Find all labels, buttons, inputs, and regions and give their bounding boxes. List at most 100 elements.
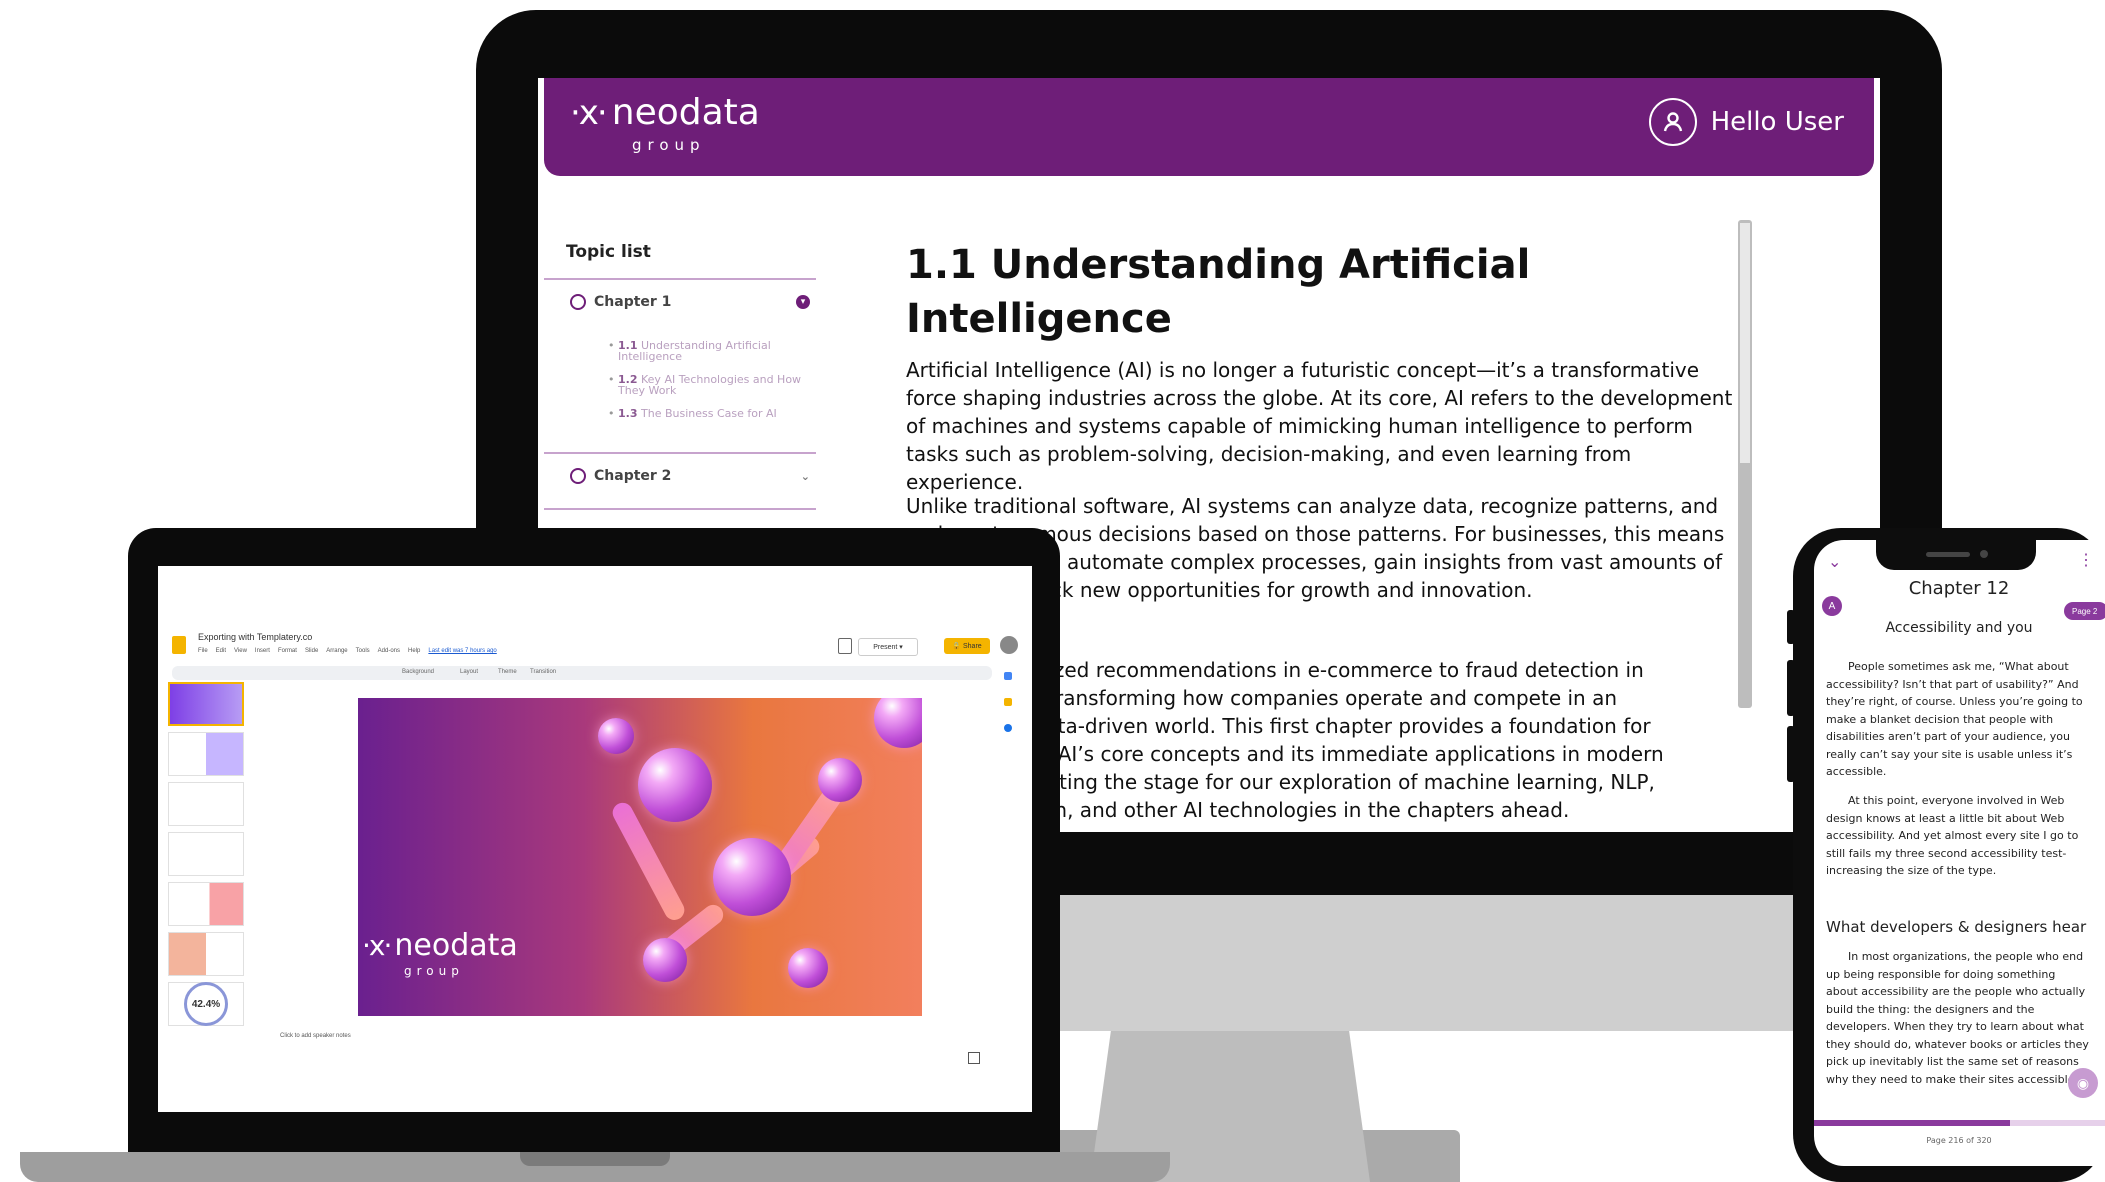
comments-icon[interactable] — [838, 638, 852, 654]
side-panel — [1004, 672, 1012, 750]
laptop-notch — [520, 1152, 670, 1166]
slide-logo: ·x· neodata group — [362, 928, 518, 978]
present-label: Present — [873, 643, 898, 651]
body-paragraph: In most organizations, the people who en… — [1826, 950, 2089, 1086]
slide-thumbnail[interactable] — [168, 882, 244, 926]
share-button[interactable]: 🔒 Share — [944, 638, 990, 654]
user-menu[interactable]: Hello User — [1648, 98, 1844, 146]
menu-bar: File Edit View Insert Format Slide Arran… — [198, 648, 497, 654]
editing-toolbar: Background Layout Theme Transition — [172, 666, 992, 680]
molecule-sphere — [713, 838, 791, 916]
molecule-sphere — [598, 718, 634, 754]
explore-icon[interactable] — [968, 1052, 980, 1064]
toolbar-theme[interactable]: Theme — [498, 669, 517, 675]
slide-canvas[interactable]: ·x· neodata group — [358, 698, 922, 1016]
sidebar-divider — [544, 508, 816, 510]
eye-icon[interactable]: ◉ — [2068, 1068, 2098, 1098]
menu-item[interactable]: View — [234, 648, 247, 654]
logo-sub: group — [632, 136, 706, 154]
menu-item[interactable]: Edit — [216, 648, 226, 654]
neodata-logo[interactable]: ·x· neodata group — [570, 92, 760, 154]
menu-item[interactable]: Help — [408, 648, 420, 654]
slide-thumbnail[interactable] — [168, 932, 244, 976]
body-paragraph: At this point, everyone involved in Web … — [1826, 794, 2079, 877]
slide-thumbnails: 42.4% — [168, 682, 244, 1054]
user-circle-icon — [1648, 98, 1697, 146]
logo-word: neodata — [611, 92, 760, 133]
body-paragraph: People sometimes ask me, “What about acc… — [1826, 660, 2083, 778]
molecule-sphere — [643, 938, 687, 982]
topic-item[interactable]: 1.3 The Business Case for AI — [608, 408, 808, 419]
toolbar-transition[interactable]: Transition — [530, 669, 556, 675]
more-icon[interactable]: ⋮ — [2078, 550, 2094, 570]
app-header: ·x· neodata group Hello User — [544, 78, 1874, 176]
slides-app-icon[interactable] — [172, 636, 186, 654]
accessibility-avatar[interactable]: A — [1822, 596, 1842, 616]
sidebar-divider — [544, 278, 816, 280]
last-edit-link[interactable]: Last edit was 7 hours ago — [428, 648, 496, 654]
speaker-notes[interactable]: Click to add speaker notes — [280, 1033, 351, 1039]
sidebar-chapter-2[interactable]: Chapter 2 ⌄ — [570, 468, 810, 484]
page-counter: Page 216 of 320 — [1926, 1136, 1992, 1145]
logo-word: neodata — [394, 928, 518, 963]
menu-item[interactable]: Insert — [255, 648, 270, 654]
chapter-1-label: Chapter 1 — [594, 294, 672, 310]
toolbar-background[interactable]: Background — [402, 669, 434, 675]
sidebar-chapter-1[interactable]: Chapter 1 ▾ — [570, 294, 810, 310]
menu-item[interactable]: Format — [278, 648, 297, 654]
chapter-status-icon — [570, 468, 586, 484]
slide-thumbnail[interactable] — [168, 782, 244, 826]
avatar[interactable] — [1000, 636, 1018, 654]
chevron-down-icon[interactable]: ⌄ — [1828, 552, 1841, 572]
stat-circle: 42.4% — [184, 982, 228, 1026]
molecule-sphere — [818, 758, 862, 802]
menu-item[interactable]: Add-ons — [378, 648, 400, 654]
reading-progress-fill — [1814, 1120, 2010, 1126]
topic-label: Key AI Technologies and How They Work — [618, 373, 802, 397]
slide-thumbnail[interactable]: 42.4% — [168, 982, 244, 1026]
phone-notch — [1876, 540, 2036, 570]
menu-item[interactable]: Slide — [305, 648, 318, 654]
calendar-icon[interactable] — [1004, 672, 1012, 680]
chapter-1-topics: 1.1 Understanding Artificial Intelligenc… — [608, 340, 808, 431]
logo-mark: ·x· — [570, 93, 608, 133]
slide-thumbnail[interactable] — [168, 732, 244, 776]
topic-label: The Business Case for AI — [641, 407, 777, 420]
present-button[interactable]: Present ▾ — [858, 638, 918, 656]
user-greeting: Hello User — [1710, 107, 1844, 137]
topic-number: 1.3 — [618, 407, 638, 420]
chapter-title: Chapter 12 — [1908, 578, 2010, 599]
chapter-status-icon — [570, 294, 586, 310]
scrollbar-thumb[interactable] — [1740, 223, 1750, 463]
topic-list-title: Topic list — [566, 242, 651, 262]
menu-item[interactable]: Arrange — [326, 648, 347, 654]
tasks-icon[interactable] — [1004, 724, 1012, 732]
camera-icon — [1980, 550, 1988, 558]
page-title: 1.1 Understanding Artificial Intelligenc… — [906, 242, 1531, 342]
section-heading: What developers & designers hear — [1826, 918, 2087, 936]
speaker-grille — [1926, 552, 1970, 557]
logo-sub: group — [404, 964, 464, 978]
share-label: Share — [962, 642, 982, 650]
menu-item[interactable]: Tools — [356, 648, 370, 654]
collapse-icon[interactable]: ▾ — [796, 295, 810, 309]
slide-thumbnail[interactable] — [168, 682, 244, 726]
content-paragraph: Artificial Intelligence (AI) is no longe… — [906, 358, 1733, 494]
slide-thumbnail[interactable] — [168, 832, 244, 876]
sidebar-divider — [544, 452, 816, 454]
topic-label: Understanding Artificial Intelligence — [618, 339, 771, 363]
topic-item[interactable]: 1.1 Understanding Artificial Intelligenc… — [608, 340, 808, 362]
molecule-sphere — [638, 748, 712, 822]
chevron-down-icon[interactable]: ⌄ — [801, 470, 810, 483]
keep-icon[interactable] — [1004, 698, 1012, 706]
chapter-subtitle: Accessibility and you — [1885, 620, 2033, 636]
doc-title[interactable]: Exporting with Templatery.co — [198, 632, 312, 642]
menu-item[interactable]: File — [198, 648, 208, 654]
laptop-screen: Exporting with Templatery.co File Edit V… — [158, 566, 1032, 1112]
topic-item[interactable]: 1.2 Key AI Technologies and How They Wor… — [608, 374, 808, 396]
molecule-sphere — [788, 948, 828, 988]
chapter-2-label: Chapter 2 — [594, 468, 672, 484]
toolbar-layout[interactable]: Layout — [460, 669, 478, 675]
molecule-sphere — [874, 698, 922, 748]
logo-mark: ·x· — [362, 929, 392, 962]
